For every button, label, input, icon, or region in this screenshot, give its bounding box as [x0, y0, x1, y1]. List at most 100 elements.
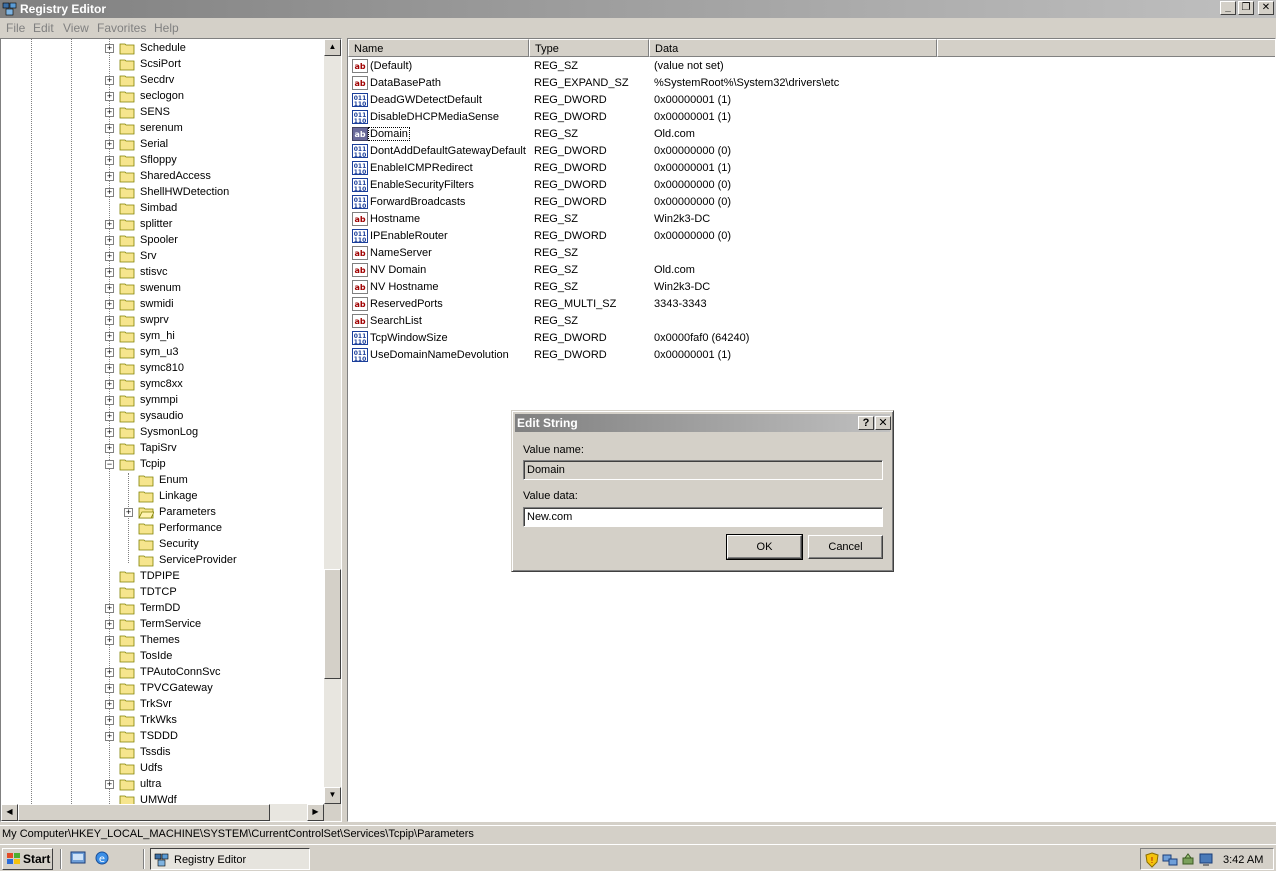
tree-item[interactable]: + Serial — [1, 136, 324, 152]
expand-icon[interactable]: + — [105, 124, 114, 133]
expand-icon[interactable]: + — [105, 684, 114, 693]
edit-string-dialog[interactable]: Edit String ? ✕ Value name: Domain Value… — [511, 410, 894, 572]
tree-item[interactable]: + splitter — [1, 216, 324, 232]
show-desktop-icon[interactable] — [70, 850, 86, 866]
expand-icon[interactable]: + — [105, 780, 114, 789]
expand-icon[interactable]: + — [105, 348, 114, 357]
value-row[interactable]: ab (Default) REG_SZ (value not set) — [348, 58, 1275, 75]
tree-item[interactable]: + TSDDD — [1, 728, 324, 744]
expand-icon[interactable]: + — [124, 508, 133, 517]
scroll-down-button[interactable]: ▼ — [324, 787, 341, 804]
title-bar[interactable]: Registry Editor _ ❐ ✕ — [0, 0, 1276, 18]
tree-item[interactable]: Simbad — [1, 200, 324, 216]
expand-icon[interactable]: + — [105, 396, 114, 405]
value-data-input[interactable]: New.com — [523, 507, 883, 527]
tree-item[interactable]: + TrkWks — [1, 712, 324, 728]
value-row[interactable]: ab NV Hostname REG_SZ Win2k3-DC — [348, 279, 1275, 296]
expand-icon[interactable]: + — [105, 332, 114, 341]
tree-horizontal-scrollbar[interactable]: ◀ ▶ — [1, 804, 324, 821]
tree-item[interactable]: + symc810 — [1, 360, 324, 376]
tree-item[interactable]: + Parameters — [1, 504, 324, 520]
tree-item[interactable]: TosIde — [1, 648, 324, 664]
tree-item[interactable]: + swenum — [1, 280, 324, 296]
ok-button[interactable]: OK — [726, 534, 803, 560]
tree-item[interactable]: + Sfloppy — [1, 152, 324, 168]
value-row[interactable]: ab NV Domain REG_SZ Old.com — [348, 262, 1275, 279]
value-row[interactable]: 011 110 DontAddDefaultGatewayDefault REG_DW… — [348, 143, 1275, 160]
column-header-data[interactable]: Data — [649, 39, 937, 57]
menu-edit[interactable]: Edit — [33, 21, 54, 35]
tree-item[interactable]: + swmidi — [1, 296, 324, 312]
tree-vertical-scrollbar[interactable]: ▲ ▼ — [324, 39, 341, 804]
scroll-thumb[interactable] — [18, 804, 270, 821]
cancel-button[interactable]: Cancel — [808, 535, 883, 559]
value-row[interactable]: 011 110 DeadGWDetectDefault REG_DWORD 0x0000… — [348, 92, 1275, 109]
taskbar-item-registry-editor[interactable]: Registry Editor — [150, 848, 310, 870]
expand-icon[interactable]: + — [105, 300, 114, 309]
tree-item[interactable]: + SharedAccess — [1, 168, 324, 184]
value-row[interactable]: ab Domain REG_SZ Old.com — [348, 126, 1275, 143]
dialog-title-bar[interactable]: Edit String ? ✕ — [515, 414, 891, 432]
restore-button[interactable]: ❐ — [1238, 1, 1254, 15]
tree-item[interactable]: TDPIPE — [1, 568, 324, 584]
tree-item[interactable]: TDTCP — [1, 584, 324, 600]
expand-icon[interactable]: + — [105, 140, 114, 149]
expand-icon[interactable]: + — [105, 236, 114, 245]
tree-item[interactable]: + TermDD — [1, 600, 324, 616]
tree-item[interactable]: UMWdf — [1, 792, 324, 804]
expand-icon[interactable]: + — [105, 220, 114, 229]
collapse-icon[interactable]: − — [105, 460, 114, 469]
tree-item[interactable]: + Srv — [1, 248, 324, 264]
expand-icon[interactable]: + — [105, 188, 114, 197]
security-shield-icon[interactable]: ! — [1144, 852, 1160, 868]
menu-favorites[interactable]: Favorites — [97, 21, 146, 35]
expand-icon[interactable]: + — [105, 108, 114, 117]
tree-item[interactable]: + sysaudio — [1, 408, 324, 424]
expand-icon[interactable]: + — [105, 732, 114, 741]
expand-icon[interactable]: + — [105, 428, 114, 437]
tree-item[interactable]: − Tcpip — [1, 456, 324, 472]
tree-item[interactable]: + Secdrv — [1, 72, 324, 88]
scroll-left-button[interactable]: ◀ — [1, 804, 18, 821]
tree-item[interactable]: ServiceProvider — [1, 552, 324, 568]
tree-item[interactable]: Performance — [1, 520, 324, 536]
tree-item[interactable]: + sym_hi — [1, 328, 324, 344]
dialog-close-button[interactable]: ✕ — [875, 416, 891, 430]
expand-icon[interactable]: + — [105, 668, 114, 677]
expand-icon[interactable]: + — [105, 636, 114, 645]
column-header-name[interactable]: Name — [348, 39, 529, 57]
expand-icon[interactable]: + — [105, 44, 114, 53]
expand-icon[interactable]: + — [105, 268, 114, 277]
scroll-up-button[interactable]: ▲ — [324, 39, 341, 56]
tree-item[interactable]: + TPVCGateway — [1, 680, 324, 696]
tree-item[interactable]: + swprv — [1, 312, 324, 328]
tree-item[interactable]: + SysmonLog — [1, 424, 324, 440]
expand-icon[interactable]: + — [105, 76, 114, 85]
value-row[interactable]: ab ReservedPorts REG_MULTI_SZ 3343-3343 — [348, 296, 1275, 313]
tree-item[interactable]: + symc8xx — [1, 376, 324, 392]
tree-item[interactable]: + Themes — [1, 632, 324, 648]
tree-item[interactable]: Tssdis — [1, 744, 324, 760]
expand-icon[interactable]: + — [105, 364, 114, 373]
tree-item[interactable]: + TrkSvr — [1, 696, 324, 712]
value-row[interactable]: ab Hostname REG_SZ Win2k3-DC — [348, 211, 1275, 228]
registry-tree[interactable]: + Schedule ScsiPort + Secdrv + seclogon + SENS + s… — [0, 38, 342, 822]
tree-item[interactable]: + TermService — [1, 616, 324, 632]
value-row[interactable]: 011 110 TcpWindowSize REG_DWORD 0x0000faf0 (… — [348, 330, 1275, 347]
tree-item[interactable]: + serenum — [1, 120, 324, 136]
expand-icon[interactable]: + — [105, 284, 114, 293]
expand-icon[interactable]: + — [105, 316, 114, 325]
value-row[interactable]: 011 110 EnableSecurityFilters REG_DWORD 0x00… — [348, 177, 1275, 194]
value-row[interactable]: 011 110 DisableDHCPMediaSense REG_DWORD 0x00… — [348, 109, 1275, 126]
value-row[interactable]: ab NameServer REG_SZ — [348, 245, 1275, 262]
expand-icon[interactable]: + — [105, 172, 114, 181]
tree-item[interactable]: + TPAutoConnSvc — [1, 664, 324, 680]
tree-item[interactable]: ScsiPort — [1, 56, 324, 72]
tree-item[interactable]: + Schedule — [1, 40, 324, 56]
tree-item[interactable]: Enum — [1, 472, 324, 488]
tree-item[interactable]: + ultra — [1, 776, 324, 792]
help-button[interactable]: ? — [858, 416, 874, 430]
menu-file[interactable]: File — [6, 21, 25, 35]
internet-explorer-icon[interactable]: e — [94, 850, 110, 866]
menu-view[interactable]: View — [63, 21, 89, 35]
